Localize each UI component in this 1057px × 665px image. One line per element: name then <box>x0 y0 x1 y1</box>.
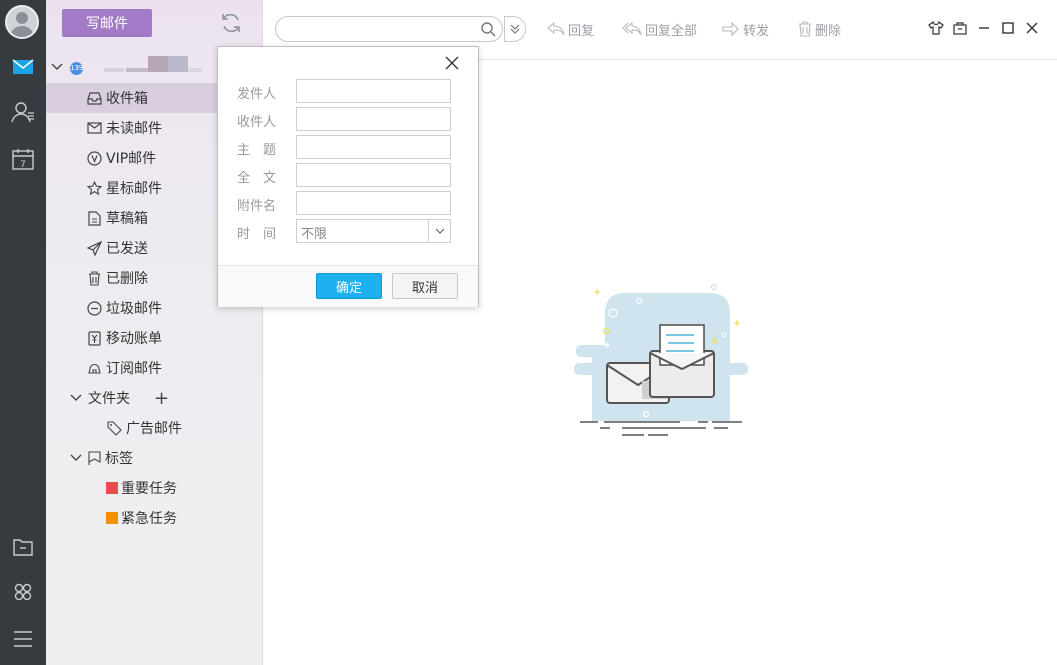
subject-field[interactable] <box>296 135 451 159</box>
reply-all-icon <box>622 22 642 36</box>
reply-label: 回复 <box>568 23 595 39</box>
avatar[interactable] <box>5 5 39 39</box>
mail-icon[interactable] <box>8 52 38 82</box>
recipient-field[interactable] <box>296 107 451 131</box>
add-folder-button[interactable]: + <box>154 388 169 409</box>
app-rail: 7 <box>0 0 46 665</box>
tag-color-swatch <box>106 512 118 524</box>
time-label: 时 间 <box>237 227 277 242</box>
fulltext-row: 全 文 <box>218 163 480 187</box>
minimize-icon[interactable] <box>975 19 993 37</box>
inbox-icon <box>86 90 102 106</box>
double-chevron-down-icon <box>509 23 521 35</box>
flag-icon <box>88 450 101 466</box>
subscribe-icon <box>86 360 102 376</box>
chevron-down-icon[interactable] <box>50 60 64 78</box>
folder-group-header[interactable]: 文件夹 + <box>46 383 263 413</box>
shopping-bag-icon[interactable] <box>951 19 969 37</box>
folder-label: 广告邮件 <box>126 421 182 437</box>
sender-label: 发件人 <box>237 87 277 102</box>
advanced-search-dialog: 发件人 收件人 主 题 全 文 附件名 时 间 不限 确定 取消 <box>217 46 479 307</box>
delete-button[interactable]: 删除 <box>798 18 841 40</box>
tag-urgent[interactable]: 紧急任务 <box>46 503 263 533</box>
menu-icon[interactable] <box>8 624 38 654</box>
forward-label: 转发 <box>743 23 770 39</box>
contacts-icon[interactable] <box>8 97 38 127</box>
bill-icon <box>86 330 102 346</box>
fulltext-label: 全 文 <box>237 171 277 186</box>
folder-label: 草稿箱 <box>106 211 148 227</box>
tag-group-header[interactable]: 标签 <box>46 443 263 473</box>
refresh-icon[interactable] <box>220 12 242 34</box>
draft-icon <box>86 210 102 226</box>
search-options-button[interactable] <box>504 16 526 42</box>
close-window-icon[interactable] <box>1023 19 1041 37</box>
forward-button[interactable]: 转发 <box>722 18 769 40</box>
attachment-name-field[interactable] <box>296 191 451 215</box>
compose-button[interactable]: 写邮件 <box>62 9 152 37</box>
maximize-icon[interactable] <box>999 19 1017 37</box>
tag-color-swatch <box>106 482 118 494</box>
sent-icon <box>86 240 102 256</box>
close-icon[interactable] <box>444 55 460 71</box>
attachment-label: 附件名 <box>237 199 277 214</box>
dialog-footer: 确定 取消 <box>218 265 478 307</box>
reply-all-label: 回复全部 <box>645 23 698 39</box>
folder-label: 垃圾邮件 <box>106 301 162 317</box>
folder-label: 未读邮件 <box>106 121 162 137</box>
file-manager-icon[interactable] <box>8 532 38 562</box>
fulltext-field[interactable] <box>296 163 451 187</box>
folder-mobile-bill[interactable]: 移动账单 <box>46 323 263 353</box>
recipient-label: 收件人 <box>237 115 277 130</box>
confirm-button[interactable]: 确定 <box>316 273 382 299</box>
reply-all-button[interactable]: 回复全部 <box>622 18 697 40</box>
time-row: 时 间 不限 <box>218 219 480 243</box>
unread-mail-icon <box>86 120 102 136</box>
attachment-row: 附件名 <box>218 191 480 215</box>
tag-label: 紧急任务 <box>121 511 177 527</box>
vip-icon <box>86 150 102 166</box>
subject-label: 主 题 <box>237 143 277 158</box>
svg-text:7: 7 <box>20 160 26 170</box>
tag-label: 重要任务 <box>121 481 177 497</box>
account-name-redacted <box>90 56 202 76</box>
chevron-down-icon[interactable] <box>68 451 84 465</box>
spam-icon <box>86 300 102 316</box>
chevron-down-icon[interactable] <box>68 391 84 405</box>
sender-row: 发件人 <box>218 79 480 103</box>
folder-label: 收件箱 <box>106 91 148 107</box>
calendar-icon[interactable]: 7 <box>8 144 38 174</box>
trash-icon <box>798 21 812 37</box>
search-input[interactable] <box>275 16 503 42</box>
chevron-down-icon[interactable] <box>428 219 451 243</box>
tag-important[interactable]: 重要任务 <box>46 473 263 503</box>
folder-label: 已发送 <box>106 241 148 257</box>
reply-icon <box>547 22 565 36</box>
folder-group-label: 文件夹 <box>88 391 130 407</box>
skin-icon[interactable] <box>927 19 945 37</box>
empty-mailbox-illustration <box>570 283 752 445</box>
folder-label: VIP邮件 <box>106 151 157 167</box>
search-icon[interactable] <box>480 21 496 41</box>
subject-row: 主 题 <box>218 135 480 159</box>
recipient-row: 收件人 <box>218 107 480 131</box>
folder-label: 已删除 <box>106 271 148 287</box>
tag-group-label: 标签 <box>105 451 133 467</box>
delete-label: 删除 <box>815 23 842 39</box>
folder-subscriptions[interactable]: 订阅邮件 <box>46 353 263 383</box>
forward-icon <box>722 22 740 36</box>
folder-label: 移动账单 <box>106 331 162 347</box>
folder-ads[interactable]: 广告邮件 <box>46 413 263 443</box>
cancel-button[interactable]: 取消 <box>392 273 458 299</box>
folder-label: 订阅邮件 <box>106 361 162 377</box>
tag-folder-icon <box>106 420 122 436</box>
reply-button[interactable]: 回复 <box>547 18 594 40</box>
sender-field[interactable] <box>296 79 451 103</box>
trash-icon <box>86 270 102 286</box>
account-badge-icon: 139 <box>70 62 83 75</box>
star-icon <box>86 180 102 196</box>
apps-icon[interactable] <box>8 577 38 607</box>
folder-label: 星标邮件 <box>106 181 162 197</box>
